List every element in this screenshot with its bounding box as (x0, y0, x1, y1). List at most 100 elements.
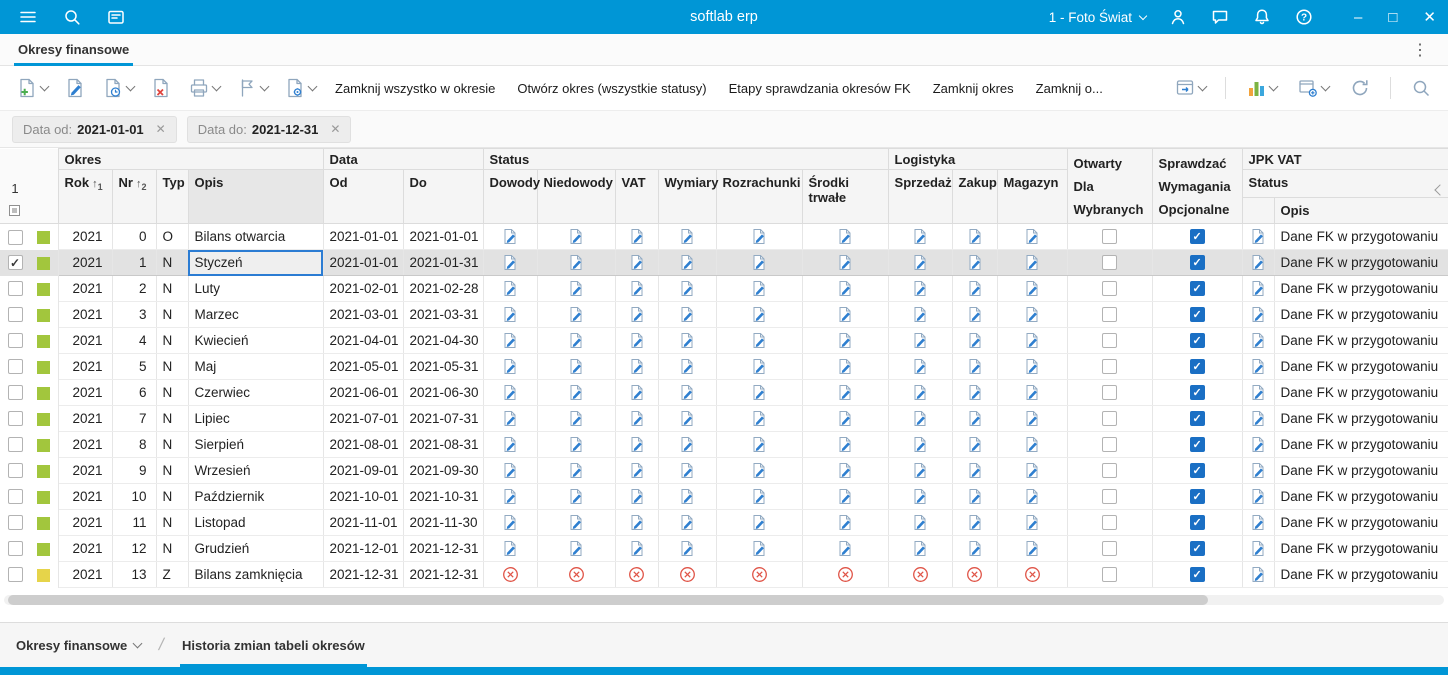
edit-document-icon[interactable] (751, 254, 767, 271)
edit-document-icon[interactable] (967, 436, 983, 453)
status-cell-dowody[interactable] (483, 379, 538, 406)
table-row[interactable]: 2021 13 Z Bilans zamknięcia 2021-12-31 2… (0, 561, 1448, 588)
cell-od[interactable]: 2021-12-01 (323, 535, 404, 562)
cell-otwarty-dla-wybranych[interactable] (1067, 275, 1153, 302)
edit-document-icon[interactable] (568, 332, 584, 349)
status-cell-vat[interactable] (615, 275, 659, 302)
status-cell-sprzedaz[interactable] (888, 535, 953, 562)
col-header-magazyn[interactable]: Magazyn (996, 169, 1068, 224)
cell-od[interactable]: 2021-09-01 (323, 457, 404, 484)
scrollbar-thumb[interactable] (8, 595, 1208, 605)
status-cell-wymiary[interactable] (658, 353, 717, 380)
table-row[interactable]: 2021 9 N Wrzesień 2021-09-01 2021-09-30 … (0, 457, 1448, 484)
edit-document-icon[interactable] (1024, 540, 1040, 557)
status-cell-dowody[interactable] (483, 327, 538, 354)
edit-document-icon[interactable] (967, 488, 983, 505)
status-cell-wymiary[interactable] (658, 483, 717, 510)
cell-do[interactable]: 2021-01-31 (403, 249, 484, 276)
table-row[interactable]: 2021 0 O Bilans otwarcia 2021-01-01 2021… (0, 223, 1448, 250)
col-header-srodki-trwale[interactable]: Środki trwałe (801, 169, 889, 224)
row-checkbox[interactable] (7, 359, 23, 375)
table-row[interactable]: 2021 2 N Luty 2021-02-01 2021-02-28 Dane… (0, 275, 1448, 302)
cell-sprawdzac[interactable] (1152, 431, 1243, 458)
otwarty-checkbox[interactable] (1102, 567, 1118, 583)
edit-document-icon[interactable] (1024, 228, 1040, 245)
status-cell-rozrachunki[interactable] (716, 223, 803, 250)
cell-select[interactable] (0, 275, 30, 302)
edit-document-icon[interactable] (1024, 306, 1040, 323)
edit-document-icon[interactable] (502, 254, 518, 271)
status-cell-vat[interactable] (615, 301, 659, 328)
status-cell-sprzedaz[interactable] (888, 327, 953, 354)
cell-nr[interactable]: 8 (112, 431, 157, 458)
edit-document-icon[interactable] (912, 540, 928, 557)
status-cell-niedowody[interactable] (537, 431, 616, 458)
edit-document-icon[interactable] (751, 306, 767, 323)
status-cell-sprzedaz[interactable] (888, 561, 953, 588)
status-cell-niedowody[interactable] (537, 353, 616, 380)
edit-document-icon[interactable] (912, 514, 928, 531)
status-cell-rozrachunki[interactable] (716, 457, 803, 484)
cell-otwarty-dla-wybranych[interactable] (1067, 535, 1153, 562)
otwarty-checkbox[interactable] (1102, 385, 1118, 401)
edit-document-icon[interactable] (837, 254, 853, 271)
status-cell-wymiary[interactable] (658, 301, 717, 328)
row-checkbox[interactable] (7, 281, 23, 297)
edit-document-icon[interactable] (751, 410, 767, 427)
edit-document-icon[interactable] (568, 280, 584, 297)
cell-select[interactable] (0, 353, 30, 380)
sprawdzac-checkbox[interactable] (1189, 255, 1205, 271)
edit-document-icon[interactable] (1250, 254, 1266, 271)
table-row[interactable]: 2021 6 N Czerwiec 2021-06-01 2021-06-30 … (0, 379, 1448, 406)
edit-document-icon[interactable] (837, 514, 853, 531)
status-cell-magazyn[interactable] (997, 405, 1068, 432)
edit-document-icon[interactable] (967, 280, 983, 297)
cell-do[interactable]: 2021-06-30 (403, 379, 484, 406)
export-button[interactable] (1170, 74, 1210, 102)
sprawdzac-checkbox[interactable] (1189, 229, 1205, 245)
edit-document-icon[interactable] (1024, 436, 1040, 453)
cell-select[interactable] (0, 509, 30, 536)
edit-document-icon[interactable] (1250, 540, 1266, 557)
cell-opis[interactable]: Maj (188, 353, 324, 380)
edit-document-icon[interactable] (837, 358, 853, 375)
status-cell-sprzedaz[interactable] (888, 275, 953, 302)
col-header-sprzedaz[interactable]: Sprzedaż (887, 169, 953, 224)
cell-typ[interactable]: N (156, 431, 189, 458)
cell-jpk-opis[interactable]: Dane FK w przygotowaniu (1274, 223, 1448, 250)
table-row[interactable]: 2021 12 N Grudzień 2021-12-01 2021-12-31… (0, 535, 1448, 562)
status-cell-srodki-trwale[interactable] (802, 301, 889, 328)
cell-otwarty-dla-wybranych[interactable] (1067, 249, 1153, 276)
edit-document-icon[interactable] (629, 488, 645, 505)
col-header-otwarty-dla-wybranych[interactable]: Otwarty Dla Wybranych (1066, 148, 1153, 224)
sprawdzac-checkbox[interactable] (1189, 411, 1205, 427)
edit-document-icon[interactable] (1250, 462, 1266, 479)
bell-icon[interactable] (1252, 7, 1272, 27)
status-cell-dowody[interactable] (483, 561, 538, 588)
status-cell-magazyn[interactable] (997, 431, 1068, 458)
edit-document-icon[interactable] (679, 410, 695, 427)
status-cell-srodki-trwale[interactable] (802, 561, 889, 588)
row-checkbox[interactable] (7, 411, 23, 427)
edit-document-icon[interactable] (751, 358, 767, 375)
edit-document-icon[interactable] (837, 410, 853, 427)
cell-nr[interactable]: 3 (112, 301, 157, 328)
edit-document-icon[interactable] (502, 280, 518, 297)
cell-jpk-opis[interactable]: Dane FK w przygotowaniu (1274, 301, 1448, 328)
status-cell-vat[interactable] (615, 327, 659, 354)
cell-opis[interactable]: Marzec (188, 301, 324, 328)
cell-nr[interactable]: 5 (112, 353, 157, 380)
status-cell-niedowody[interactable] (537, 327, 616, 354)
status-cell-srodki-trwale[interactable] (802, 483, 889, 510)
delete-record-button[interactable] (146, 74, 176, 102)
cell-otwarty-dla-wybranych[interactable] (1067, 509, 1153, 536)
col-header-rok[interactable]: Rok ↑1 (57, 169, 113, 224)
edit-document-icon[interactable] (1024, 410, 1040, 427)
filter-chip-date-from[interactable]: Data od: 2021-01-01 ✕ (12, 115, 177, 143)
col-header-rozrachunki[interactable]: Rozrachunki (715, 169, 803, 224)
edit-document-icon[interactable] (568, 358, 584, 375)
cell-opis[interactable]: Lipiec (188, 405, 324, 432)
status-cell-niedowody[interactable] (537, 561, 616, 588)
edit-document-icon[interactable] (502, 358, 518, 375)
status-cell-rozrachunki[interactable] (716, 535, 803, 562)
